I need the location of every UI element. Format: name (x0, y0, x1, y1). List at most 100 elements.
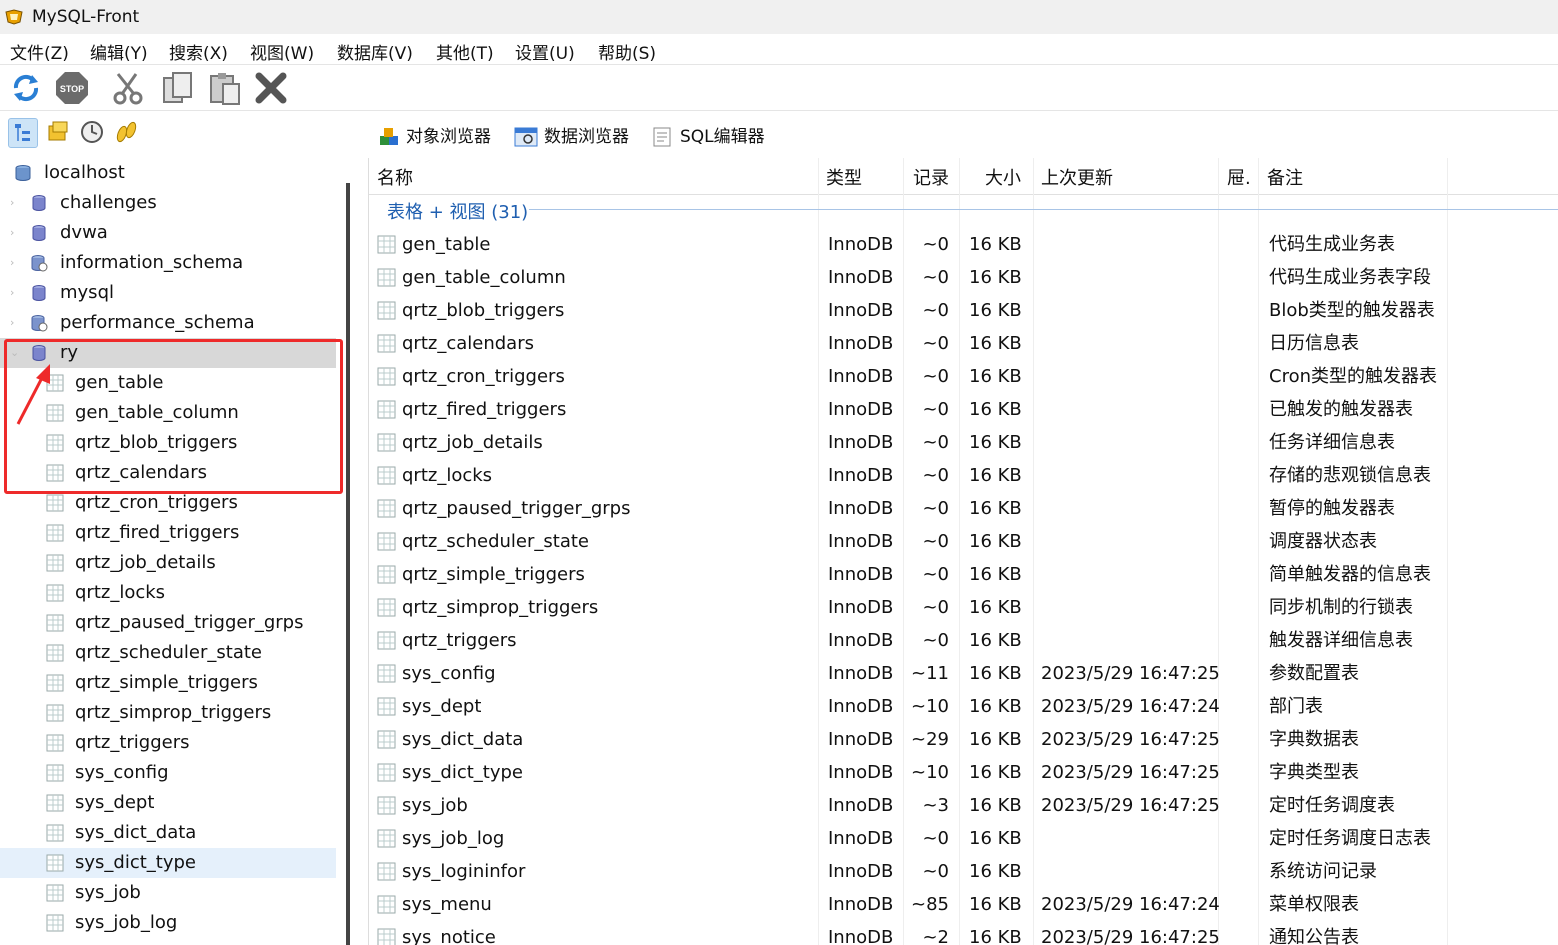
table-row[interactable]: qrtz_paused_trigger_grps InnoDB ~0 16 KB 暂停的… (369, 492, 1558, 525)
refresh-icon[interactable] (8, 70, 44, 106)
table-row[interactable]: qrtz_scheduler_state InnoDB ~0 16 KB 调度器状态表 (369, 525, 1558, 558)
menu-database[interactable]: 数据库(V) (337, 39, 413, 64)
group-header[interactable]: 表格 + 视图 (31) (387, 198, 528, 224)
tree-table-item[interactable]: qrtz_simple_triggers (0, 668, 336, 698)
table-row[interactable]: qrtz_cron_triggers InnoDB ~0 16 KB Cron类型的触发… (369, 360, 1558, 393)
tree-table-item[interactable]: qrtz_calendars (0, 458, 336, 488)
cell-comment: 同步机制的行锁表 (1269, 597, 1413, 618)
expand-icon[interactable]: › (10, 317, 20, 328)
tree-database-challenges[interactable]: › challenges (0, 188, 336, 218)
table-row[interactable]: sys_logininfor InnoDB ~0 16 KB 系统访问记录 (369, 855, 1558, 888)
cell-comment: 部门表 (1269, 696, 1323, 717)
tree-table-item[interactable]: sys_job (0, 878, 336, 908)
tree-table-item[interactable]: qrtz_triggers (0, 728, 336, 758)
tree-table-item[interactable]: qrtz_simprop_triggers (0, 698, 336, 728)
collapse-icon[interactable]: ⌄ (10, 347, 20, 358)
table-icon (377, 664, 396, 683)
menu-edit[interactable]: 编辑(Y) (90, 39, 148, 64)
cell-type: InnoDB (828, 861, 894, 882)
view-bar: 对象浏览器 数据浏览器 SQL编辑器 (0, 110, 1558, 156)
col-attributes[interactable]: 屉. (1227, 164, 1251, 190)
table-row[interactable]: qrtz_blob_triggers InnoDB ~0 16 KB Blob类型的触发… (369, 294, 1558, 327)
table-row[interactable]: sys_menu InnoDB ~85 16 KB 2023/5/29 16:47:24… (369, 888, 1558, 921)
tree-table-item[interactable]: qrtz_job_details (0, 548, 336, 578)
expand-icon[interactable]: › (10, 227, 20, 238)
pane-splitter[interactable] (346, 183, 350, 945)
cell-last-update: 2023/5/29 16:47:25 (1041, 729, 1220, 750)
expand-icon[interactable]: › (10, 287, 20, 298)
tab-data-browser[interactable]: 数据浏览器 (514, 122, 629, 147)
table-row[interactable]: qrtz_job_details InnoDB ~0 16 KB 任务详细信息表 (369, 426, 1558, 459)
menu-file[interactable]: 文件(Z) (10, 39, 69, 64)
tree-view-icon[interactable] (8, 118, 38, 148)
tree-table-item[interactable]: qrtz_blob_triggers (0, 428, 336, 458)
tree-table-item[interactable]: sys_config (0, 758, 336, 788)
cell-name: sys_dict_type (402, 762, 523, 783)
cell-type: InnoDB (828, 267, 894, 288)
history-icon[interactable] (78, 118, 106, 146)
menu-search[interactable]: 搜索(X) (169, 39, 228, 64)
tree-table-item[interactable]: sys_dept (0, 788, 336, 818)
tree-table-item[interactable]: qrtz_locks (0, 578, 336, 608)
table-row[interactable]: qrtz_fired_triggers InnoDB ~0 16 KB 已触发的触发器表 (369, 393, 1558, 426)
jobs-icon[interactable] (112, 118, 140, 146)
tree-table-label: sys_job (75, 882, 141, 903)
tree-table-item[interactable]: qrtz_cron_triggers (0, 488, 336, 518)
col-last-update[interactable]: 上次更新 (1041, 164, 1113, 190)
expand-icon[interactable]: › (10, 197, 20, 208)
cell-name: qrtz_simprop_triggers (402, 597, 599, 618)
menu-settings[interactable]: 设置(U) (515, 39, 575, 64)
col-records[interactable]: 记录 (913, 164, 949, 190)
tree-database-information_schema[interactable]: › information_schema (0, 248, 336, 278)
table-icon (377, 730, 396, 749)
tab-object-browser[interactable]: 对象浏览器 (378, 122, 491, 147)
cell-size: 16 KB (969, 795, 1022, 816)
tree-table-item[interactable]: qrtz_fired_triggers (0, 518, 336, 548)
col-type[interactable]: 类型 (826, 164, 862, 190)
table-row[interactable]: qrtz_simple_triggers InnoDB ~0 16 KB 简单触发器的信… (369, 558, 1558, 591)
table-row[interactable]: qrtz_simprop_triggers InnoDB ~0 16 KB 同步机制的行… (369, 591, 1558, 624)
cell-comment: 系统访问记录 (1269, 861, 1377, 882)
cell-comment: Cron类型的触发器表 (1269, 366, 1437, 387)
table-row[interactable]: gen_table InnoDB ~0 16 KB 代码生成业务表 (369, 228, 1558, 261)
table-row[interactable]: sys_job_log InnoDB ~0 16 KB 定时任务调度日志表 (369, 822, 1558, 855)
col-size[interactable]: 大小 (985, 164, 1021, 190)
table-row[interactable]: sys_job InnoDB ~3 16 KB 2023/5/29 16:47:25 定时… (369, 789, 1558, 822)
tree-database-mysql[interactable]: › mysql (0, 278, 336, 308)
stop-icon[interactable]: STOP (54, 70, 90, 106)
tree-table-item[interactable]: qrtz_scheduler_state (0, 638, 336, 668)
tab-sql-editor[interactable]: SQL编辑器 (652, 122, 765, 147)
tree-table-item[interactable]: qrtz_paused_trigger_grps (0, 608, 336, 638)
tab-sql-editor-label: SQL编辑器 (680, 127, 765, 147)
col-name[interactable]: 名称 (377, 164, 413, 190)
paste-icon[interactable] (207, 70, 243, 106)
table-row[interactable]: qrtz_calendars InnoDB ~0 16 KB 日历信息表 (369, 327, 1558, 360)
menu-other[interactable]: 其他(T) (436, 39, 494, 64)
table-row[interactable]: sys_config InnoDB ~11 16 KB 2023/5/29 16:47:… (369, 657, 1558, 690)
cell-records: ~0 (922, 597, 949, 618)
table-row[interactable]: sys_dict_data InnoDB ~29 16 KB 2023/5/29 16:… (369, 723, 1558, 756)
table-row[interactable]: sys_notice InnoDB ~2 16 KB 2023/5/29 16:47:2… (369, 921, 1558, 945)
table-icon (46, 434, 64, 452)
copy-icon[interactable] (160, 70, 196, 106)
tree-table-label: qrtz_fired_triggers (75, 522, 240, 543)
delete-icon[interactable] (253, 70, 289, 106)
menu-help[interactable]: 帮助(S) (598, 39, 656, 64)
cut-icon[interactable] (110, 70, 146, 106)
favorites-icon[interactable] (44, 118, 72, 146)
table-row[interactable]: qrtz_locks InnoDB ~0 16 KB 存储的悲观锁信息表 (369, 459, 1558, 492)
tree-root-localhost[interactable]: localhost (0, 158, 336, 188)
tree-database-performance_schema[interactable]: › performance_schema (0, 308, 336, 338)
table-row[interactable]: qrtz_triggers InnoDB ~0 16 KB 触发器详细信息表 (369, 624, 1558, 657)
col-comment[interactable]: 备注 (1267, 164, 1303, 190)
tree-database-dvwa[interactable]: › dvwa (0, 218, 336, 248)
table-row[interactable]: sys_dict_type InnoDB ~10 16 KB 2023/5/29 16:… (369, 756, 1558, 789)
table-row[interactable]: sys_dept InnoDB ~10 16 KB 2023/5/29 16:47:24… (369, 690, 1558, 723)
table-row[interactable]: gen_table_column InnoDB ~0 16 KB 代码生成业务表字段 (369, 261, 1558, 294)
menu-view[interactable]: 视图(W) (250, 39, 314, 64)
cell-name: qrtz_job_details (402, 432, 543, 453)
expand-icon[interactable]: › (10, 257, 20, 268)
tree-table-item[interactable]: sys_dict_type (0, 848, 336, 878)
tree-table-item[interactable]: sys_job_log (0, 908, 336, 938)
tree-table-item[interactable]: sys_dict_data (0, 818, 336, 848)
